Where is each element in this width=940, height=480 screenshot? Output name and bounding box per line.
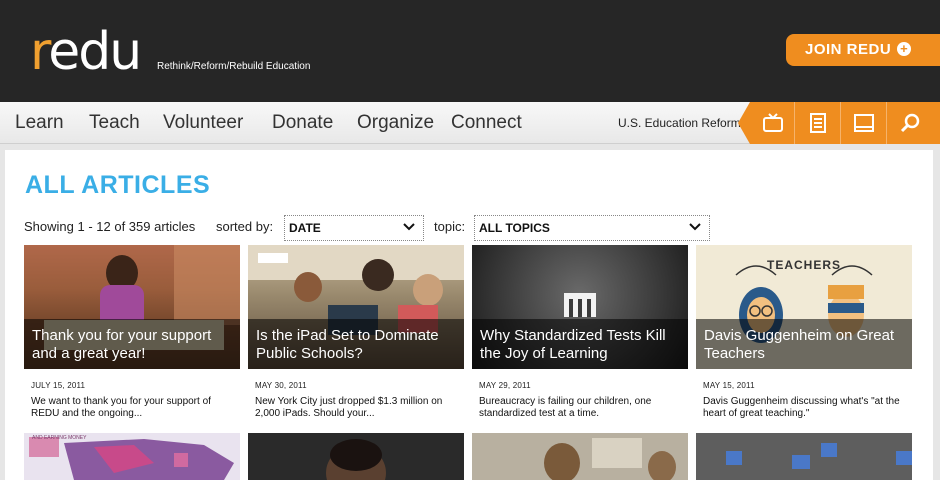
svg-text:AND EARNING MONEY: AND EARNING MONEY: [32, 435, 87, 441]
document-icon: [810, 113, 826, 133]
svg-text:TEACHERS: TEACHERS: [767, 258, 841, 272]
results-count: Showing 1 - 12 of 359 articles: [24, 219, 196, 234]
article-card[interactable]: Why Standardized Tests Kill the Joy of L…: [472, 245, 688, 420]
article-title[interactable]: Is the iPad Set to Dominate Public Schoo…: [256, 327, 458, 363]
article-thumbnail[interactable]: Is the iPad Set to Dominate Public Schoo…: [248, 245, 464, 369]
topic-select[interactable]: ALL TOPICS: [474, 215, 710, 241]
article-thumbnail[interactable]: Why Standardized Tests Kill the Joy of L…: [472, 245, 688, 369]
article-thumbnail[interactable]: Thank you for your support and a great y…: [24, 245, 240, 369]
us-map-thumbnail: AND EARNING MONEY: [29, 435, 234, 480]
logo-letter-r: r: [30, 22, 50, 82]
article-title[interactable]: Why Standardized Tests Kill the Joy of L…: [480, 327, 682, 363]
article-date: JULY 15, 2011: [31, 381, 86, 390]
article-title[interactable]: Thank you for your support and a great y…: [32, 327, 234, 363]
nav-volunteer[interactable]: Volunteer: [163, 112, 243, 134]
tagline: Rethink/Reform/Rebuild Education: [157, 61, 311, 72]
article-date: MAY 29, 2011: [479, 381, 531, 390]
article-card[interactable]: Is the iPad Set to Dominate Public Schoo…: [248, 245, 464, 420]
sorted-by-label: sorted by:: [216, 219, 274, 234]
article-thumbnail[interactable]: TEACHERS Davis Guggenheim on Great Teach…: [696, 245, 912, 369]
article-thumbnail[interactable]: [248, 433, 464, 480]
article-card[interactable]: Thank you for your support and a great y…: [24, 245, 240, 420]
us-education-reform-link[interactable]: U.S. Education Reform: [618, 116, 741, 130]
topic-label: topic:: [434, 219, 466, 234]
article-date: MAY 30, 2011: [255, 381, 307, 390]
join-label: JOIN REDU: [805, 41, 892, 58]
chevron-down-icon: [689, 223, 701, 231]
articles-section: ALL ARTICLES Showing 1 - 12 of 359 artic…: [5, 150, 933, 480]
site-header: redu Rethink/Reform/Rebuild Education JO…: [0, 0, 940, 102]
tv-tab[interactable]: [738, 102, 794, 144]
classroom-thumbnail: [544, 438, 676, 480]
article-card[interactable]: TEACHERS Davis Guggenheim on Great Teach…: [696, 245, 912, 420]
chevron-down-icon: [403, 223, 415, 231]
article-date: MAY 15, 2011: [703, 381, 755, 390]
screen-icon: [854, 114, 874, 132]
article-title[interactable]: Davis Guggenheim on Great Teachers: [704, 327, 906, 363]
article-thumbnail[interactable]: [472, 433, 688, 480]
nav-donate[interactable]: Donate: [272, 112, 333, 134]
nav-connect[interactable]: Connect: [451, 112, 522, 134]
sort-value: DATE: [289, 221, 321, 235]
search-icon: [900, 113, 920, 133]
screen-tab[interactable]: [840, 102, 886, 144]
portrait-thumbnail: [326, 439, 386, 480]
article-description: Davis Guggenheim discussing what's "at t…: [703, 396, 900, 419]
document-tab[interactable]: [794, 102, 840, 144]
article-description: New York City just dropped $1.3 million …: [255, 396, 443, 419]
article-thumbnail[interactable]: AND EARNING MONEY: [24, 433, 240, 480]
page-title: ALL ARTICLES: [25, 171, 211, 199]
main-nav: Learn Teach Volunteer Donate Organize Co…: [0, 102, 940, 144]
article-thumbnail[interactable]: [696, 433, 912, 480]
article-description: Bureaucracy is failing our children, one…: [479, 396, 652, 419]
nav-organize[interactable]: Organize: [357, 112, 434, 134]
join-redu-button[interactable]: JOIN REDU +: [786, 34, 940, 66]
nav-teach[interactable]: Teach: [89, 112, 140, 134]
social-thumbnail: [696, 433, 912, 480]
nav-learn[interactable]: Learn: [15, 112, 64, 134]
logo-letters: edu: [48, 22, 142, 82]
plus-icon: +: [897, 42, 912, 56]
search-tab[interactable]: [886, 102, 940, 144]
sort-select[interactable]: DATE: [284, 215, 424, 241]
article-description: We want to thank you for your support of…: [31, 396, 211, 419]
redu-logo[interactable]: redu: [30, 26, 142, 78]
topic-value: ALL TOPICS: [479, 221, 550, 235]
tv-icon: [763, 113, 783, 132]
